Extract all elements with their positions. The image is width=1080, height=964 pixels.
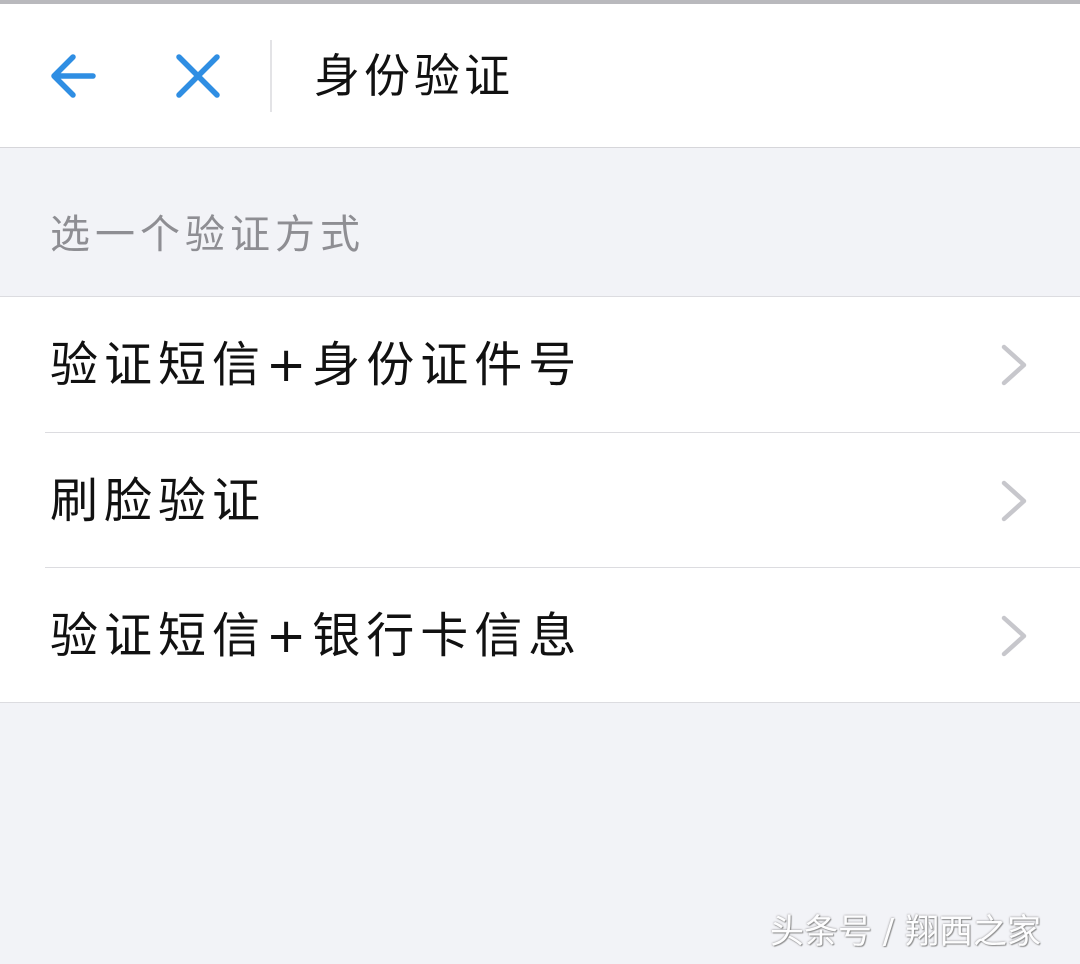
chevron-right-icon: [1001, 480, 1027, 522]
chevron-right-icon: [1001, 615, 1027, 657]
option-sms-bank[interactable]: 验证短信+银行卡信息: [0, 568, 1080, 703]
arrow-left-icon: [51, 54, 96, 98]
watermark: 头条号 / 翔西之家: [770, 912, 1042, 952]
option-sms-id[interactable]: 验证短信+身份证件号: [0, 297, 1080, 432]
option-label: 刷脸验证: [50, 473, 267, 529]
close-icon: [176, 54, 220, 98]
close-button[interactable]: [158, 36, 238, 116]
verification-options-list: 验证短信+身份证件号 刷脸验证 验证短信+银行卡信息: [0, 296, 1080, 703]
nav-divider: [270, 40, 272, 112]
option-face[interactable]: 刷脸验证: [0, 433, 1080, 568]
navigation-bar: 身份验证: [0, 4, 1080, 148]
back-button[interactable]: [33, 36, 113, 116]
page-title: 身份验证: [314, 49, 514, 103]
option-label: 验证短信+身份证件号: [50, 337, 583, 393]
chevron-right-icon: [1001, 344, 1027, 386]
option-label: 验证短信+银行卡信息: [50, 608, 583, 664]
section-header: 选一个验证方式: [50, 212, 365, 258]
